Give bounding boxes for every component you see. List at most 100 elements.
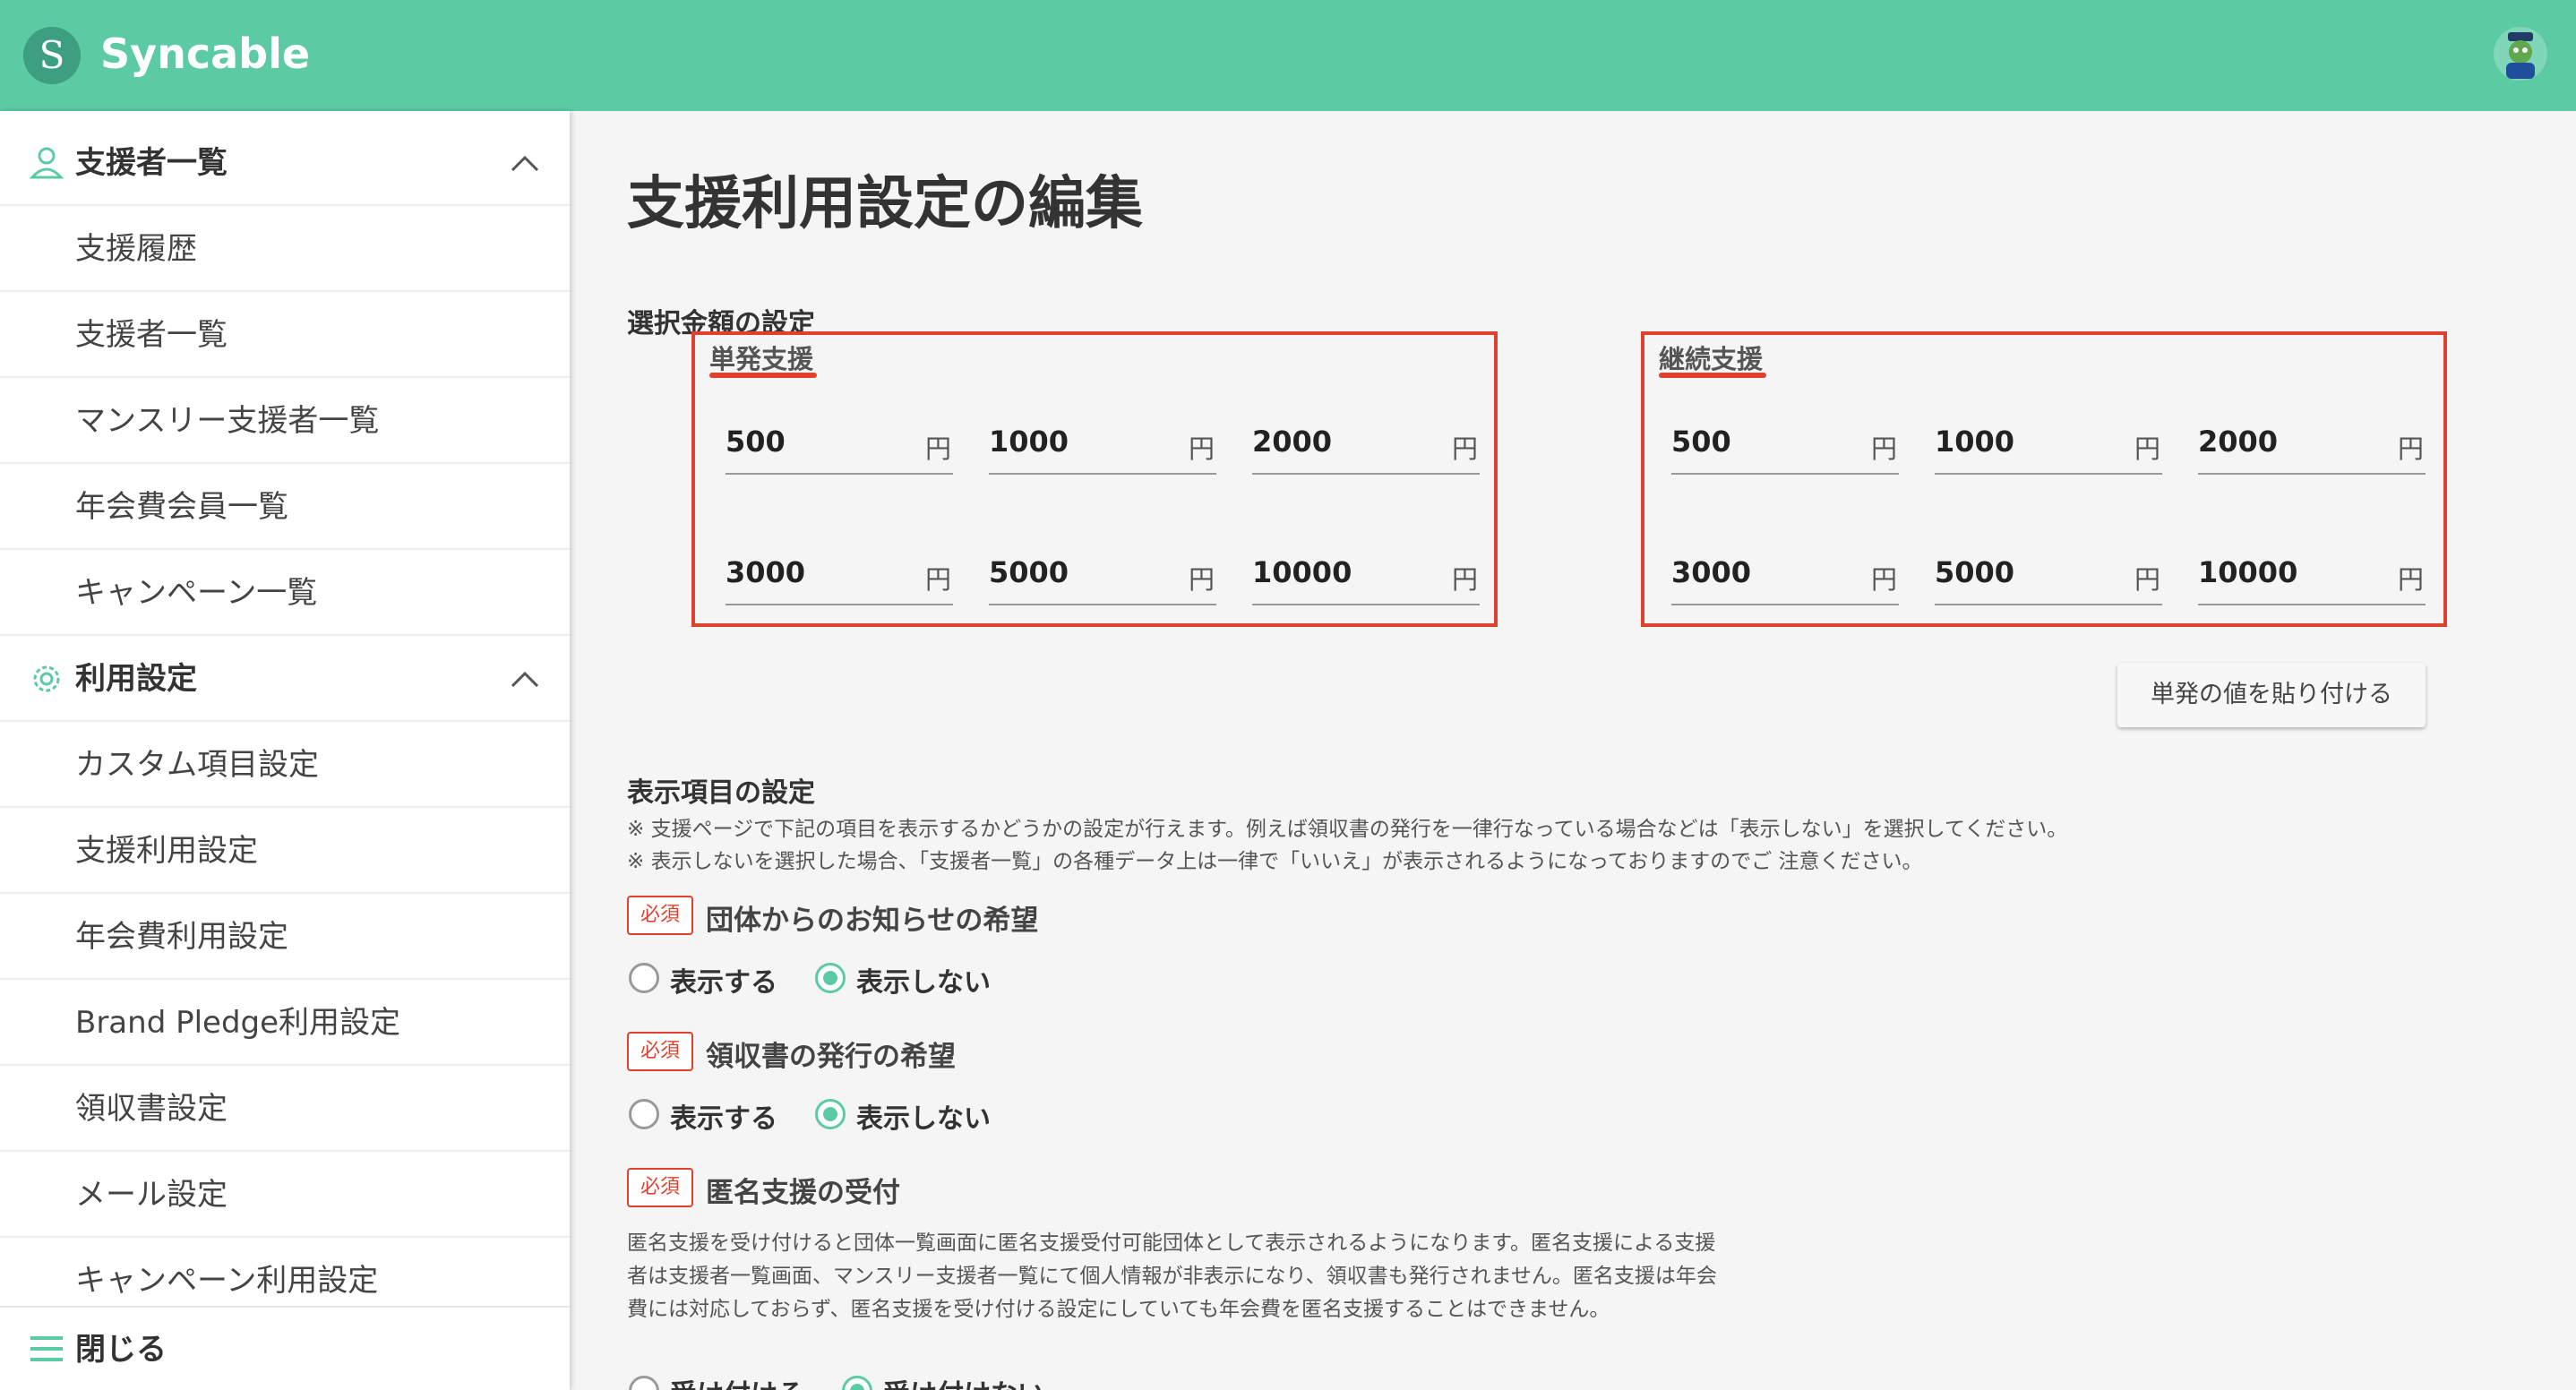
sidebar-item-annual-members[interactable]: 年会費会員一覧: [0, 464, 570, 550]
radio-selected-dot: [850, 1384, 864, 1390]
radio-selected-dot: [823, 971, 837, 985]
recurring-label-underline: [1659, 373, 1766, 378]
amount-value: 1000: [989, 425, 1069, 459]
app-name[interactable]: Syncable: [100, 25, 310, 82]
radio-label[interactable]: 表示しない: [856, 1096, 991, 1136]
sidebar-item-label: カスタム項目設定: [75, 747, 319, 783]
one-time-amount-input-6[interactable]: 10000 円: [1252, 546, 1480, 605]
yen-unit: 円: [2397, 564, 2424, 595]
radio-label[interactable]: 表示しない: [856, 960, 991, 1000]
sidebar-group-label: 支援者一覧: [75, 145, 228, 181]
amount-value: 10000: [2198, 555, 2298, 589]
recurring-amount-input-3[interactable]: 2000 円: [2198, 416, 2426, 475]
radio-hide-notifications[interactable]: [815, 963, 846, 993]
one-time-amount-box: 単発支援 500 円 1000 円 2000 円 3000 円 5000 円 1…: [691, 331, 1498, 627]
gear-icon: [33, 665, 60, 692]
user-avatar-icon[interactable]: [2492, 25, 2549, 82]
sidebar-item-support-history[interactable]: 支援履歴: [0, 206, 570, 292]
sidebar-item-supporter-list[interactable]: 支援者一覧: [0, 292, 570, 378]
one-time-amount-input-4[interactable]: 3000 円: [726, 546, 953, 605]
sidebar-item-label: キャンペーン一覧: [75, 575, 318, 611]
yen-unit: 円: [924, 564, 951, 595]
page-title: 支援利用設定の編集: [627, 171, 1143, 237]
field-title-receipt: 領収書の発行の希望: [706, 1041, 956, 1073]
amount-value: 500: [1671, 425, 1731, 459]
sidebar-item-label: メール設定: [75, 1177, 228, 1213]
radio-reject-anonymous[interactable]: [842, 1376, 872, 1390]
sidebar-item-label: マンスリー支援者一覧: [75, 403, 380, 439]
one-time-amount-input-2[interactable]: 1000 円: [989, 416, 1216, 475]
radio-selected-dot: [823, 1107, 837, 1121]
sidebar-item-campaigns[interactable]: キャンペーン一覧: [0, 550, 570, 636]
sidebar-close-button[interactable]: 閉じる: [0, 1306, 570, 1390]
one-time-label: 単発支援: [709, 344, 814, 374]
radio-show-receipt[interactable]: [629, 1099, 659, 1129]
radio-label[interactable]: 表示する: [670, 960, 777, 1000]
amount-value: 2000: [1252, 425, 1333, 459]
sidebar-group-supporters[interactable]: 支援者一覧: [0, 120, 570, 206]
paste-one-time-values-button[interactable]: 単発の値を貼り付ける: [2117, 663, 2426, 727]
radio-show-notifications[interactable]: [629, 963, 659, 993]
chevron-up-icon[interactable]: [505, 663, 545, 695]
display-note-1: ※ 支援ページで下記の項目を表示するかどうかの設定が行えます。例えば領収書の発行…: [627, 818, 2068, 841]
radio-label[interactable]: 表示する: [670, 1096, 777, 1136]
field-title-notifications: 団体からのお知らせの希望: [706, 905, 1039, 937]
radio-label[interactable]: 受け付ける: [670, 1372, 804, 1390]
amount-value: 500: [726, 425, 786, 459]
radio-label[interactable]: 受け付けない: [883, 1372, 1044, 1390]
recurring-amount-input-5[interactable]: 5000 円: [1935, 546, 2162, 605]
recurring-amount-input-4[interactable]: 3000 円: [1671, 546, 1899, 605]
logo-mark-letter: S: [39, 33, 65, 77]
recurring-amount-input-1[interactable]: 500 円: [1671, 416, 1899, 475]
close-label: 閉じる: [75, 1332, 167, 1368]
yen-unit: 円: [1451, 433, 1478, 464]
person-icon: [29, 147, 64, 179]
sidebar-item-label: 支援利用設定: [75, 833, 258, 869]
sidebar-item-annual-fee-settings[interactable]: 年会費利用設定: [0, 894, 570, 980]
chevron-up-icon[interactable]: [505, 147, 545, 179]
syncable-logo-icon[interactable]: S: [23, 27, 81, 84]
sidebar-group-settings[interactable]: 利用設定: [0, 636, 570, 722]
yen-unit: 円: [2397, 433, 2424, 464]
sidebar-item-label: 支援履歴: [75, 231, 197, 267]
sidebar-item-brand-pledge[interactable]: Brand Pledge利用設定: [0, 980, 570, 1066]
one-time-amount-input-3[interactable]: 2000 円: [1252, 416, 1480, 475]
sidebar-item-receipt-settings[interactable]: 領収書設定: [0, 1066, 570, 1152]
yen-unit: 円: [924, 433, 951, 464]
sidebar-item-custom-fields[interactable]: カスタム項目設定: [0, 722, 570, 808]
required-badge: 必須: [627, 896, 693, 935]
one-time-label-underline: [709, 373, 817, 378]
sidebar-item-support-settings[interactable]: 支援利用設定: [0, 808, 570, 894]
recurring-amount-input-6[interactable]: 10000 円: [2198, 546, 2426, 605]
amount-value: 5000: [1935, 555, 2015, 589]
recurring-amount-input-2[interactable]: 1000 円: [1935, 416, 2162, 475]
menu-icon: [30, 1336, 63, 1361]
anonymous-description: 匿名支援を受け付けると団体一覧画面に匿名支援受付可能団体として表示されるようにな…: [627, 1231, 1717, 1321]
display-section-title: 表示項目の設定: [627, 777, 815, 809]
required-badge: 必須: [627, 1032, 693, 1071]
amount-value: 10000: [1252, 555, 1352, 589]
field-title-anonymous: 匿名支援の受付: [706, 1177, 900, 1209]
yen-unit: 円: [1451, 564, 1478, 595]
amount-value: 3000: [726, 555, 806, 589]
display-note-2: ※ 表示しないを選択した場合、「支援者一覧」の各種データ上は一律で「いいえ」が表…: [627, 850, 1923, 873]
yen-unit: 円: [1188, 564, 1215, 595]
radio-hide-receipt[interactable]: [815, 1099, 846, 1129]
yen-unit: 円: [2134, 564, 2160, 595]
amount-value: 1000: [1935, 425, 2015, 459]
one-time-amount-input-1[interactable]: 500 円: [726, 416, 953, 475]
sidebar-item-label: Brand Pledge利用設定: [75, 1005, 401, 1041]
sidebar-item-mail-settings[interactable]: メール設定: [0, 1152, 570, 1238]
one-time-amount-input-5[interactable]: 5000 円: [989, 546, 1216, 605]
amount-value: 5000: [989, 555, 1069, 589]
amount-value: 2000: [2198, 425, 2279, 459]
sidebar-item-monthly-supporters[interactable]: マンスリー支援者一覧: [0, 378, 570, 464]
recurring-label: 継続支援: [1659, 344, 1764, 374]
sidebar-item-label: 年会費利用設定: [75, 919, 288, 955]
sidebar-item-label: 領収書設定: [75, 1091, 228, 1127]
sidebar-item-label: 支援者一覧: [75, 317, 228, 353]
yen-unit: 円: [1870, 433, 1897, 464]
app-header: S Syncable: [0, 0, 2576, 111]
yen-unit: 円: [2134, 433, 2160, 464]
radio-accept-anonymous[interactable]: [629, 1376, 659, 1390]
